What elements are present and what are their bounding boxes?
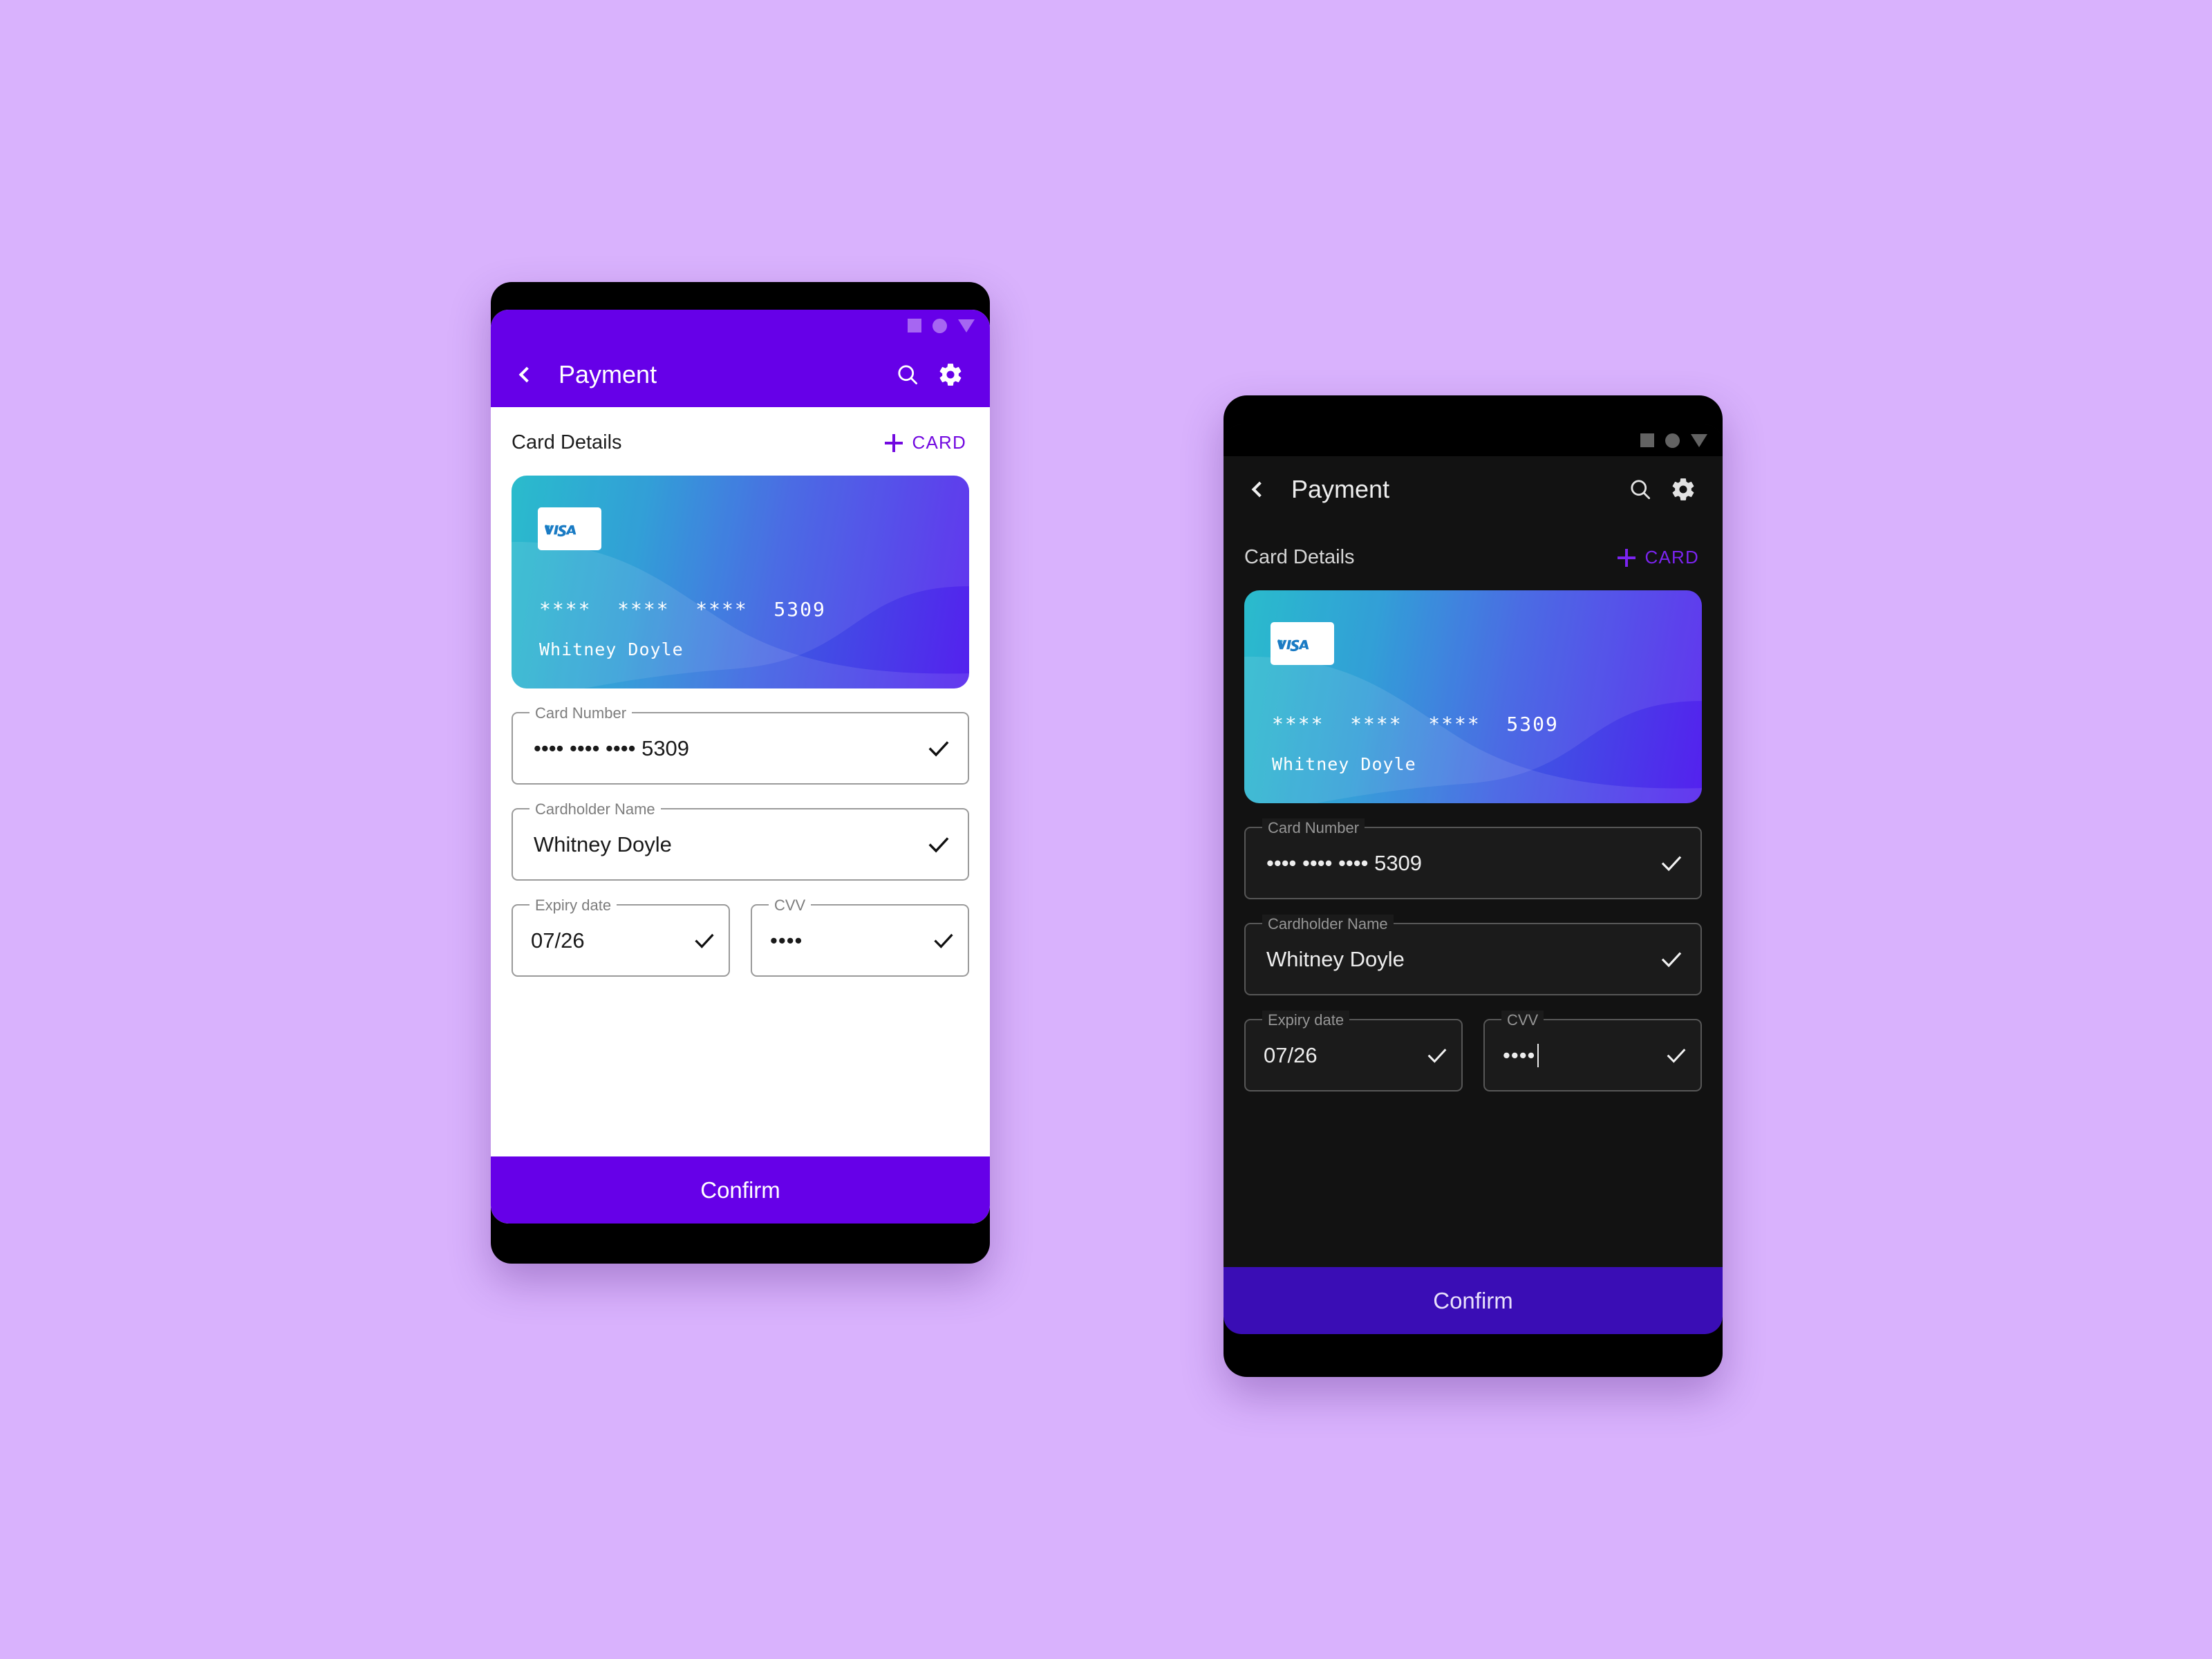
check-icon bbox=[928, 740, 949, 757]
card-number-display: **** **** **** 5309 bbox=[539, 598, 826, 621]
cardholder-name-label: Cardholder Name bbox=[529, 800, 661, 819]
cardholder-name-value: Whitney Doyle bbox=[534, 832, 672, 856]
cvv-label: CVV bbox=[1501, 1011, 1544, 1030]
triangle-down-icon bbox=[1691, 433, 1707, 447]
search-icon bbox=[898, 364, 918, 384]
check-icon bbox=[695, 933, 714, 948]
chevron-left-icon bbox=[1251, 481, 1267, 497]
chevron-left-icon bbox=[518, 366, 534, 382]
check-icon bbox=[1661, 856, 1682, 871]
screenshot-stage: Payment Card Details CARD **** **** ****… bbox=[0, 0, 2212, 1659]
section-header-light: Card Details CARD bbox=[491, 407, 990, 458]
expiry-date-label: Expiry date bbox=[1262, 1011, 1350, 1030]
plus-icon bbox=[1617, 548, 1635, 567]
expiry-date-label: Expiry date bbox=[529, 896, 617, 915]
card-number-label: Card Number bbox=[529, 704, 632, 723]
section-title: Card Details bbox=[1244, 546, 1355, 568]
credit-card-wrapper: **** **** **** 5309 Whitney Doyle bbox=[1224, 572, 1723, 803]
search-button[interactable] bbox=[886, 353, 929, 396]
add-card-button[interactable]: CARD bbox=[882, 428, 969, 458]
credit-card-light[interactable]: **** **** **** 5309 Whitney Doyle bbox=[512, 476, 969, 688]
card-form-dark: Card Number •••• •••• •••• 5309 Cardhold… bbox=[1224, 803, 1723, 1091]
square-icon bbox=[1640, 433, 1654, 447]
expiry-date-field[interactable]: Expiry date 07/26 bbox=[512, 896, 730, 977]
screen-dark: Payment Card Details CARD **** **** ****… bbox=[1224, 424, 1723, 1334]
expiry-date-field[interactable]: Expiry date 07/26 bbox=[1244, 1011, 1463, 1091]
circle-icon bbox=[932, 318, 947, 333]
phone-mockup-light: Payment Card Details CARD **** **** ****… bbox=[491, 282, 990, 1264]
status-bar-light bbox=[491, 310, 990, 341]
screen-light: Payment Card Details CARD **** **** ****… bbox=[491, 310, 990, 1224]
visa-icon bbox=[1277, 639, 1309, 652]
credit-card-wrapper: **** **** **** 5309 Whitney Doyle bbox=[491, 458, 990, 688]
add-card-label: CARD bbox=[1644, 547, 1699, 568]
cvv-field[interactable]: CVV •••• bbox=[751, 896, 969, 977]
section-header-dark: Card Details CARD bbox=[1224, 522, 1723, 572]
settings-button[interactable] bbox=[1662, 468, 1705, 511]
cvv-field[interactable]: CVV •••• bbox=[1483, 1011, 1702, 1091]
cvv-value: •••• bbox=[770, 928, 803, 953]
card-number-field[interactable]: Card Number •••• •••• •••• 5309 bbox=[1244, 818, 1702, 899]
card-number-label: Card Number bbox=[1262, 818, 1365, 838]
add-card-label: CARD bbox=[912, 432, 966, 453]
gear-icon bbox=[1672, 478, 1694, 500]
text-cursor bbox=[1537, 1043, 1539, 1067]
card-number-field[interactable]: Card Number •••• •••• •••• 5309 bbox=[512, 704, 969, 785]
circle-icon bbox=[1665, 433, 1680, 448]
back-button[interactable] bbox=[509, 359, 541, 391]
plus-icon bbox=[884, 433, 903, 452]
settings-button[interactable] bbox=[929, 353, 972, 396]
app-bar-light: Payment bbox=[491, 341, 990, 407]
search-icon bbox=[1631, 479, 1651, 499]
confirm-button[interactable]: Confirm bbox=[1224, 1267, 1723, 1334]
visa-icon bbox=[545, 525, 577, 537]
expiry-date-value: 07/26 bbox=[531, 928, 585, 953]
phone-mockup-dark: Payment Card Details CARD **** **** ****… bbox=[1224, 395, 1723, 1377]
back-button[interactable] bbox=[1241, 474, 1273, 505]
card-holder-display: Whitney Doyle bbox=[1272, 754, 1416, 774]
gear-icon bbox=[939, 363, 962, 386]
cardholder-name-value: Whitney Doyle bbox=[1266, 946, 1405, 971]
app-bar-dark: Payment bbox=[1224, 456, 1723, 522]
confirm-button[interactable]: Confirm bbox=[491, 1156, 990, 1224]
status-bar-dark bbox=[1224, 424, 1723, 456]
cardholder-name-field[interactable]: Cardholder Name Whitney Doyle bbox=[512, 800, 969, 881]
credit-card-dark[interactable]: **** **** **** 5309 Whitney Doyle bbox=[1244, 590, 1702, 803]
cardholder-name-label: Cardholder Name bbox=[1262, 915, 1394, 934]
page-title: Payment bbox=[1291, 474, 1390, 503]
check-icon bbox=[1667, 1048, 1686, 1063]
check-icon bbox=[1427, 1048, 1447, 1063]
square-icon bbox=[908, 319, 921, 332]
check-icon bbox=[1661, 952, 1682, 967]
check-icon bbox=[928, 836, 949, 853]
search-button[interactable] bbox=[1619, 468, 1662, 511]
card-form-light: Card Number •••• •••• •••• 5309 Cardhold… bbox=[491, 688, 990, 977]
section-title: Card Details bbox=[512, 431, 622, 453]
add-card-button[interactable]: CARD bbox=[1615, 543, 1702, 572]
triangle-down-icon bbox=[958, 319, 975, 332]
card-number-value: •••• •••• •••• 5309 bbox=[534, 735, 690, 760]
visa-logo bbox=[1271, 622, 1334, 665]
card-holder-display: Whitney Doyle bbox=[539, 639, 684, 659]
card-number-value: •••• •••• •••• 5309 bbox=[1266, 850, 1423, 875]
expiry-date-value: 07/26 bbox=[1264, 1042, 1318, 1067]
visa-logo bbox=[538, 507, 601, 550]
check-icon bbox=[934, 933, 953, 948]
cvv-label: CVV bbox=[769, 896, 812, 915]
card-number-display: **** **** **** 5309 bbox=[1272, 713, 1559, 735]
expiry-cvv-row: Expiry date 07/26 CVV •••• bbox=[1244, 1011, 1702, 1091]
page-title: Payment bbox=[559, 359, 657, 388]
cardholder-name-field[interactable]: Cardholder Name Whitney Doyle bbox=[1244, 915, 1702, 995]
cvv-value: •••• bbox=[1503, 1042, 1536, 1067]
expiry-cvv-row: Expiry date 07/26 CVV •••• bbox=[512, 896, 969, 977]
